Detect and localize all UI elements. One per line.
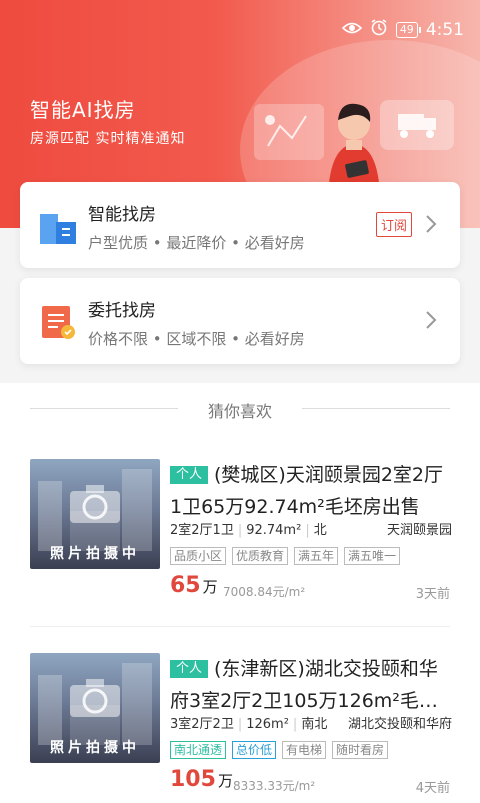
listing-item[interactable]: 照片拍摄中 个人 (樊城区)天润颐景园2室2厅1卫65万92.74m²毛坯房出售 … bbox=[30, 459, 452, 609]
hero-subtitle: 房源匹配 实时精准通知 bbox=[30, 131, 186, 147]
section-title: 猜你喜欢 bbox=[207, 402, 272, 421]
photo-pending-label: 照片拍摄中 bbox=[50, 740, 140, 756]
listing-thumbnail: 照片拍摄中 bbox=[30, 459, 160, 569]
feature-tag: 总价低 bbox=[232, 741, 277, 759]
feature-tag: 南北通透 bbox=[170, 741, 227, 759]
card-title: 委托找房 bbox=[88, 301, 156, 321]
card-title: 智能找房 bbox=[88, 205, 156, 225]
entrust-search-card[interactable]: 委托找房 价格不限 • 区域不限 • 必看好房 bbox=[20, 278, 460, 364]
list-divider bbox=[30, 626, 450, 627]
posted-time: 3天前 bbox=[415, 587, 450, 602]
unit-price: 7008.84元/m² bbox=[223, 585, 306, 599]
area: 126m² bbox=[246, 717, 289, 732]
card-subtitle: 价格不限 • 区域不限 • 必看好房 bbox=[88, 330, 305, 348]
chevron-right-icon bbox=[426, 215, 437, 233]
battery-indicator: 49 bbox=[395, 21, 421, 38]
layout: 2室2厅1卫 bbox=[170, 523, 234, 538]
listing-title: 个人 (东津新区)湖北交投颐和华府3室2厅2卫105万126m²毛… bbox=[170, 658, 438, 712]
posted-time: 4天前 bbox=[415, 781, 450, 796]
area: 92.74m² bbox=[246, 523, 302, 538]
layout: 3室2厅2卫 bbox=[170, 717, 234, 732]
listing-meta: 3室2厅2卫 | 126m² | 南北 湖北交投颐和华府 bbox=[170, 713, 452, 732]
photo-pending-label: 照片拍摄中 bbox=[50, 546, 140, 562]
alarm-icon bbox=[370, 18, 388, 41]
subscribe-button[interactable]: 订阅 bbox=[375, 212, 412, 237]
unit-price: 8333.33元/m² bbox=[233, 779, 316, 793]
hero-title: 智能AI找房 bbox=[30, 98, 136, 122]
camera-icon bbox=[70, 679, 120, 717]
clock-time: 4:51 bbox=[425, 19, 464, 40]
total-price: 105 万 bbox=[170, 767, 233, 792]
section-header: 猜你喜欢 bbox=[0, 396, 480, 424]
feature-tag: 有电梯 bbox=[282, 741, 327, 759]
total-price: 65 万 bbox=[170, 573, 218, 598]
feature-tag: 随时看房 bbox=[332, 741, 389, 759]
building-icon bbox=[40, 214, 76, 244]
camera-icon bbox=[70, 485, 120, 523]
agent-illustration bbox=[254, 100, 454, 196]
feature-tag: 满五年 bbox=[294, 547, 339, 565]
feature-tag: 品质小区 bbox=[170, 547, 227, 565]
listing-title: 个人 (樊城区)天润颐景园2室2厅1卫65万92.74m²毛坯房出售 bbox=[170, 464, 444, 518]
divider-right bbox=[302, 408, 450, 409]
smart-search-card[interactable]: 智能找房 户型优质 • 最近降价 • 必看好房 订阅 bbox=[20, 182, 460, 268]
community-name: 天润颐景园 bbox=[386, 523, 452, 538]
feature-tags: 品质小区 优质教育 满五年 满五唯一 bbox=[170, 547, 452, 565]
listing-item[interactable]: 照片拍摄中 个人 (东津新区)湖北交投颐和华府3室2厅2卫105万126m²毛… … bbox=[30, 653, 452, 803]
orientation: 南北 bbox=[301, 717, 328, 732]
chevron-right-icon bbox=[426, 311, 437, 329]
personal-tag: 个人 bbox=[170, 466, 209, 484]
document-icon bbox=[42, 306, 75, 339]
listing-meta: 2室2厅1卫 | 92.74m² | 北 天润颐景园 bbox=[170, 519, 452, 538]
feature-tag: 优质教育 bbox=[232, 547, 289, 565]
community-name: 湖北交投颐和华府 bbox=[347, 717, 452, 732]
orientation: 北 bbox=[313, 523, 327, 538]
card-subtitle: 户型优质 • 最近降价 • 必看好房 bbox=[88, 234, 305, 252]
listing-thumbnail: 照片拍摄中 bbox=[30, 653, 160, 763]
personal-tag: 个人 bbox=[170, 660, 209, 678]
eye-icon bbox=[341, 20, 362, 40]
feature-tags: 南北通透 总价低 有电梯 随时看房 bbox=[170, 741, 452, 759]
status-bar: 49 4:51 bbox=[0, 0, 480, 56]
feature-tag: 满五唯一 bbox=[344, 547, 401, 565]
